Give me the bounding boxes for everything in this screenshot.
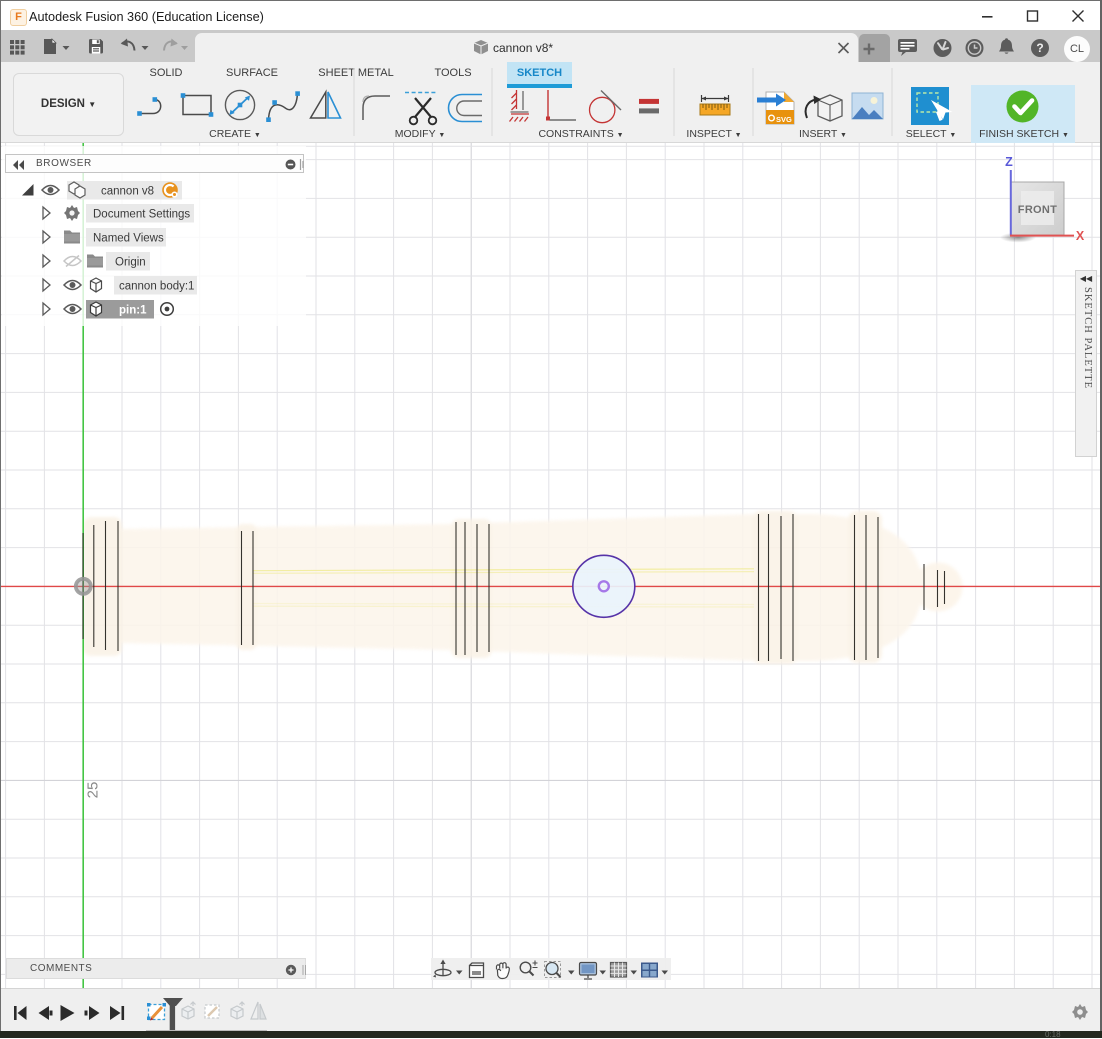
- svg-text:cannon v8: cannon v8: [101, 186, 154, 198]
- svg-text:X: X: [1076, 229, 1085, 243]
- svg-text:cannon body:1: cannon body:1: [119, 281, 194, 293]
- svg-text:Named Views: Named Views: [93, 233, 164, 245]
- svg-text:SVG: SVG: [776, 115, 792, 124]
- svg-text:?: ?: [1036, 41, 1043, 55]
- svg-text:pin:1: pin:1: [119, 305, 147, 317]
- svg-text:Origin: Origin: [115, 257, 146, 269]
- svg-text:25: 25: [85, 782, 102, 799]
- svg-text:Document Settings: Document Settings: [93, 209, 190, 221]
- svg-text:FRONT: FRONT: [1018, 204, 1057, 216]
- svg-text:Z: Z: [1005, 155, 1013, 169]
